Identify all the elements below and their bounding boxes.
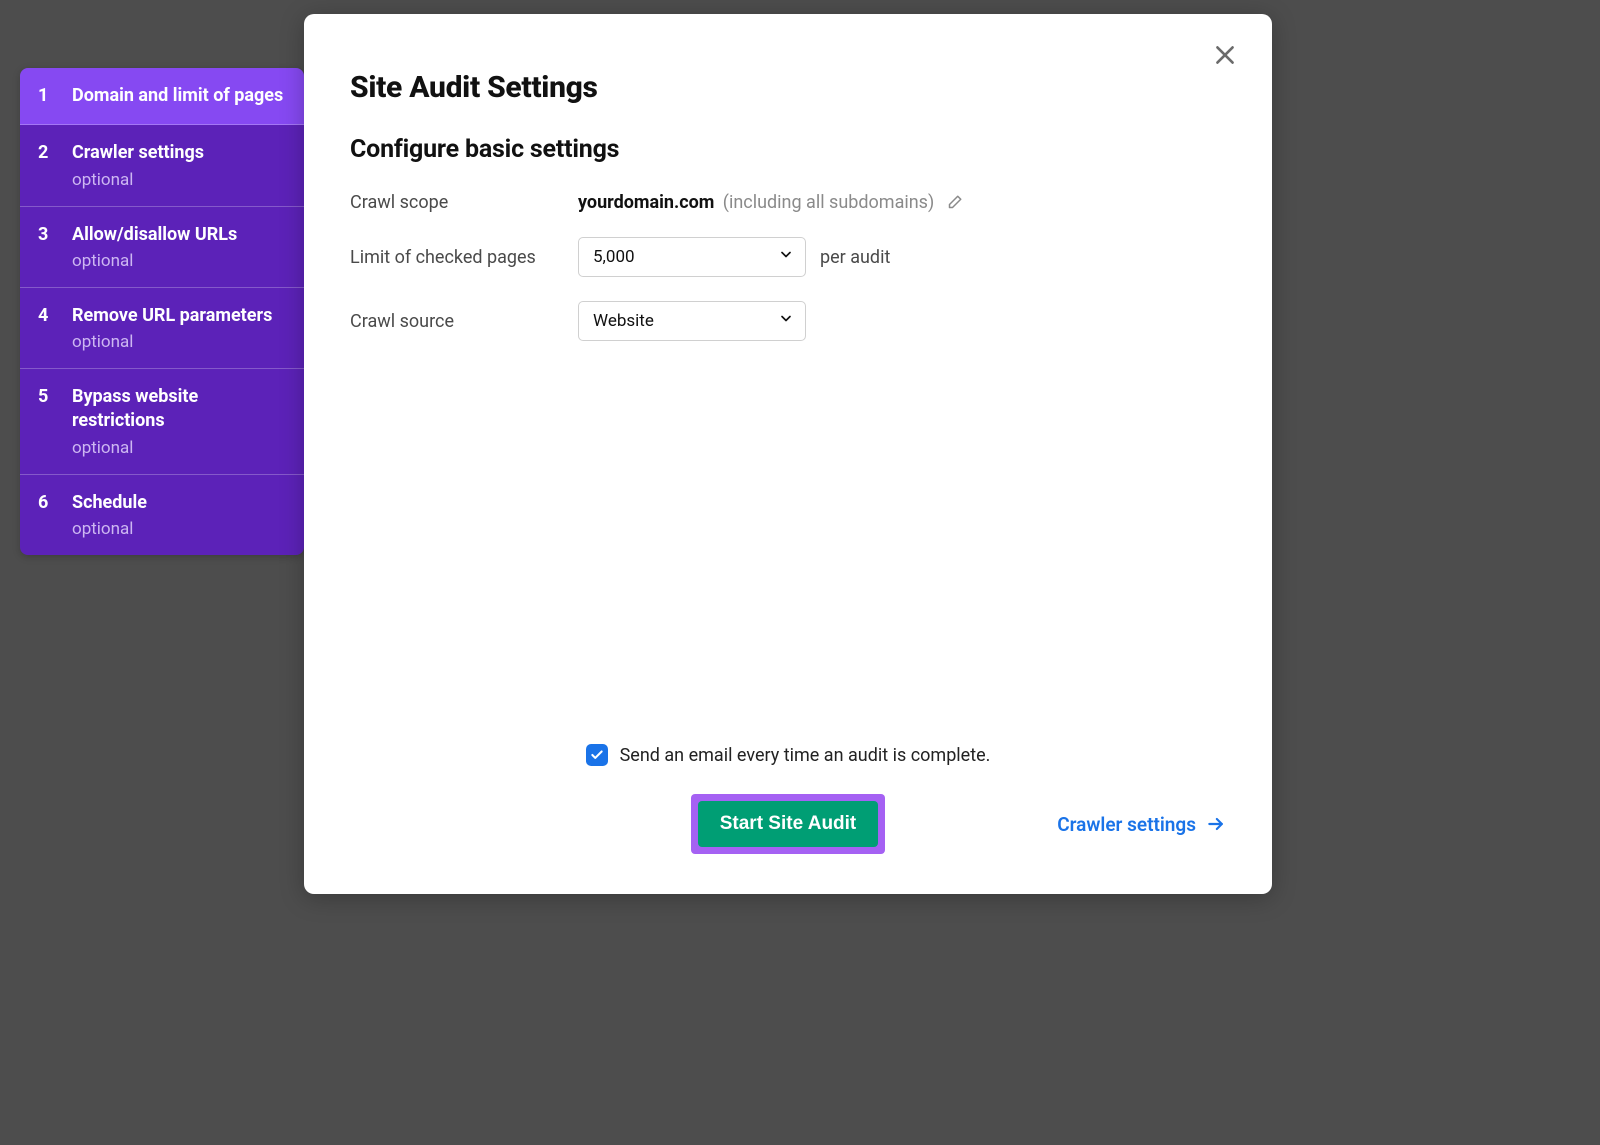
step-title: Crawler settings — [72, 141, 204, 165]
step-number: 3 — [38, 223, 54, 247]
sidebar-step-3[interactable]: 3 Allow/disallow URLs optional — [20, 207, 304, 288]
step-body: Schedule optional — [72, 491, 147, 539]
sidebar-step-4[interactable]: 4 Remove URL parameters optional — [20, 288, 304, 369]
step-number: 4 — [38, 304, 54, 328]
arrow-right-icon — [1206, 814, 1226, 834]
limit-select-value: 5,000 — [578, 237, 806, 277]
settings-panel: Site Audit Settings Configure basic sett… — [304, 14, 1272, 894]
step-body: Allow/disallow URLs optional — [72, 223, 237, 271]
step-number: 2 — [38, 141, 54, 165]
panel-title: Site Audit Settings — [350, 70, 1226, 105]
edit-icon[interactable] — [945, 194, 963, 212]
step-body: Crawler settings optional — [72, 141, 204, 189]
email-notice-row: Send an email every time an audit is com… — [586, 744, 991, 766]
step-title: Domain and limit of pages — [72, 84, 283, 108]
step-optional-label: optional — [72, 332, 272, 352]
step-body: Domain and limit of pages — [72, 84, 283, 108]
step-title: Bypass website restrictions — [72, 385, 286, 434]
start-button-highlight: Start Site Audit — [691, 794, 886, 854]
actions-row: Start Site Audit Crawler settings — [350, 794, 1226, 854]
next-link-text: Crawler settings — [1057, 813, 1196, 836]
crawl-scope-note: (including all subdomains) — [723, 192, 934, 213]
panel-subtitle: Configure basic settings — [350, 135, 1226, 164]
step-number: 5 — [38, 385, 54, 409]
crawl-scope-domain: yourdomain.com — [578, 192, 714, 213]
crawl-scope-value: yourdomain.com (including all subdomains… — [578, 192, 963, 213]
step-optional-label: optional — [72, 438, 286, 458]
sidebar-step-1[interactable]: 1 Domain and limit of pages — [20, 68, 304, 125]
email-notice-text: Send an email every time an audit is com… — [620, 745, 991, 766]
step-title: Remove URL parameters — [72, 304, 272, 328]
step-title: Schedule — [72, 491, 147, 515]
crawl-source-value: Website — [578, 301, 806, 341]
sidebar-step-2[interactable]: 2 Crawler settings optional — [20, 125, 304, 206]
row-crawl-scope: Crawl scope yourdomain.com (including al… — [350, 192, 1226, 213]
step-number: 6 — [38, 491, 54, 515]
step-number: 1 — [38, 84, 54, 108]
label-crawl-source: Crawl source — [350, 311, 578, 332]
label-crawl-scope: Crawl scope — [350, 192, 578, 213]
row-crawl-source: Crawl source Website — [350, 301, 1226, 341]
close-icon[interactable] — [1212, 42, 1242, 72]
step-body: Bypass website restrictions optional — [72, 385, 286, 458]
panel-footer: Send an email every time an audit is com… — [350, 744, 1226, 854]
crawl-source-select[interactable]: Website — [578, 301, 806, 341]
steps-sidebar: 1 Domain and limit of pages 2 Crawler se… — [20, 68, 304, 555]
sidebar-step-5[interactable]: 5 Bypass website restrictions optional — [20, 369, 304, 475]
step-body: Remove URL parameters optional — [72, 304, 272, 352]
limit-suffix: per audit — [820, 247, 890, 268]
email-checkbox[interactable] — [586, 744, 608, 766]
step-optional-label: optional — [72, 170, 204, 190]
label-limit-pages: Limit of checked pages — [350, 247, 578, 268]
limit-select[interactable]: 5,000 — [578, 237, 806, 277]
sidebar-step-6[interactable]: 6 Schedule optional — [20, 475, 304, 555]
start-site-audit-button[interactable]: Start Site Audit — [698, 801, 879, 847]
crawler-settings-link[interactable]: Crawler settings — [1057, 813, 1226, 836]
step-optional-label: optional — [72, 251, 237, 271]
step-optional-label: optional — [72, 519, 147, 539]
step-title: Allow/disallow URLs — [72, 223, 237, 247]
row-limit-pages: Limit of checked pages 5,000 per audit — [350, 237, 1226, 277]
